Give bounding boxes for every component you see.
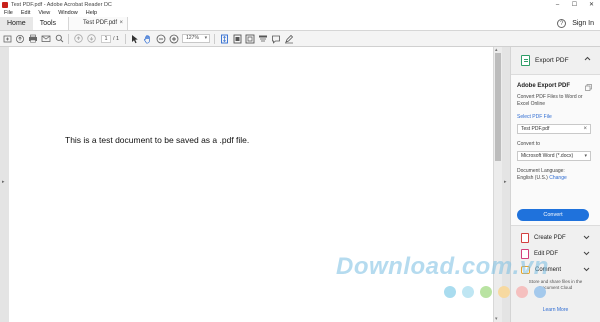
- change-language-link[interactable]: Change: [549, 175, 567, 181]
- selected-file-name: Test PDF.pdf: [521, 126, 550, 132]
- toolbar-separator: [214, 33, 216, 44]
- zoom-out-icon[interactable]: [156, 34, 166, 44]
- export-pdf-header[interactable]: Export PDF: [511, 47, 600, 74]
- collapse-right-icon: ▸: [504, 179, 507, 185]
- chevron-down-icon[interactable]: [583, 251, 590, 258]
- convert-format-value: Microsoft Word (*.docx): [521, 153, 574, 159]
- export-pdf-card: Adobe Export PDF Convert PDF Files to Wo…: [511, 74, 600, 226]
- previous-page-icon[interactable]: [73, 34, 83, 44]
- print-icon[interactable]: [28, 34, 38, 44]
- menu-view[interactable]: View: [34, 9, 54, 17]
- close-tab-icon[interactable]: ×: [120, 17, 124, 30]
- scroll-down-icon[interactable]: ▾: [495, 316, 498, 322]
- zoom-level-select[interactable]: 127%: [182, 34, 211, 43]
- tab-document[interactable]: Test PDF.pdf ×: [68, 17, 129, 30]
- email-icon[interactable]: [41, 34, 51, 44]
- next-page-icon[interactable]: [86, 34, 96, 44]
- watermark-dot: [480, 286, 492, 298]
- expand-left-icon: ▸: [2, 179, 5, 185]
- document-text: This is a test document to be saved as a…: [65, 135, 250, 145]
- watermark-dot: [462, 286, 474, 298]
- document-language: Document Language: English (U.S.) Change: [517, 168, 594, 181]
- watermark-dot: [444, 286, 456, 298]
- account-area: ? Sign In: [557, 17, 600, 30]
- document-language-row: English (U.S.) Change: [517, 175, 594, 182]
- page-navigator: 1 / 1: [101, 34, 120, 43]
- document-tab-label: Test PDF.pdf: [83, 20, 118, 26]
- learn-more-link[interactable]: Learn More: [511, 307, 600, 313]
- export-pdf-icon: [521, 55, 530, 66]
- full-screen-icon[interactable]: [245, 34, 255, 44]
- export-card-description: Convert PDF Files to Word or Excel Onlin…: [517, 94, 583, 107]
- chevron-down-icon[interactable]: [583, 235, 590, 242]
- menu-window[interactable]: Window: [54, 9, 82, 17]
- help-icon[interactable]: ?: [557, 19, 567, 28]
- zoom-in-icon[interactable]: [169, 34, 179, 44]
- watermark-dot: [534, 286, 546, 298]
- sign-in-link[interactable]: Sign In: [572, 20, 594, 27]
- convert-button[interactable]: Convert: [517, 209, 589, 221]
- upload-icon[interactable]: [15, 34, 25, 44]
- selected-file-field[interactable]: Test PDF.pdf ×: [517, 124, 591, 134]
- highlight-pen-icon[interactable]: [284, 34, 294, 44]
- export-pdf-label: Export PDF: [535, 57, 569, 64]
- create-icon[interactable]: [2, 34, 12, 44]
- title-bar: Test PDF.pdf - Adobe Acrobat Reader DC –…: [0, 0, 600, 9]
- select-cursor-icon[interactable]: [130, 34, 140, 44]
- watermark-text: Download.com.vn: [336, 253, 549, 280]
- watermark-dot: [516, 286, 528, 298]
- menu-help[interactable]: Help: [82, 9, 101, 17]
- left-pane-toggle[interactable]: ▸: [0, 47, 9, 322]
- document-language-value: English (U.S.): [517, 174, 548, 181]
- page-number-input[interactable]: 1: [101, 34, 111, 43]
- tab-tools[interactable]: Tools: [33, 17, 63, 30]
- export-card-title: Adobe Export PDF: [517, 83, 571, 89]
- tool-create-pdf[interactable]: Create PDF: [511, 230, 600, 246]
- copy-icon[interactable]: [585, 84, 592, 93]
- toolbar-separator: [125, 33, 127, 44]
- watermark-dots: [444, 286, 546, 298]
- close-window-button[interactable]: ✕: [583, 0, 600, 9]
- menu-bar: File Edit View Window Help: [0, 9, 600, 17]
- toolbar: 1 / 1 127%: [0, 31, 600, 47]
- create-pdf-icon: [521, 233, 529, 243]
- convert-format-select[interactable]: Microsoft Word (*.docx) ▾: [517, 151, 591, 161]
- fit-page-icon[interactable]: [219, 34, 229, 44]
- chevron-down-icon[interactable]: [583, 267, 590, 274]
- comment-icon[interactable]: [271, 34, 281, 44]
- remove-file-icon[interactable]: ×: [583, 125, 587, 133]
- tab-bar: Home Tools Test PDF.pdf × ? Sign In: [0, 17, 600, 31]
- menu-file[interactable]: File: [0, 9, 17, 17]
- acrobat-window: Test PDF.pdf - Adobe Acrobat Reader DC –…: [0, 0, 600, 322]
- hand-tool-icon[interactable]: [143, 34, 153, 44]
- window-title: Test PDF.pdf - Adobe Acrobat Reader DC: [11, 1, 112, 8]
- chevron-down-icon: ▾: [584, 153, 587, 159]
- convert-to-label: Convert to: [517, 141, 541, 147]
- acrobat-app-icon: [2, 1, 8, 8]
- minimize-button[interactable]: –: [549, 0, 566, 9]
- watermark-dot: [498, 286, 510, 298]
- tab-home[interactable]: Home: [0, 17, 33, 30]
- menu-edit[interactable]: Edit: [17, 9, 34, 17]
- rotate-view-icon[interactable]: [258, 34, 268, 44]
- maximize-button[interactable]: ☐: [566, 0, 583, 9]
- scroll-mode-icon[interactable]: [232, 34, 242, 44]
- search-icon[interactable]: [54, 34, 64, 44]
- create-pdf-label: Create PDF: [534, 235, 566, 241]
- page-total: / 1: [113, 35, 120, 42]
- scrollbar-thumb[interactable]: [495, 53, 501, 161]
- chevron-up-icon[interactable]: [584, 56, 591, 63]
- select-pdf-file-link[interactable]: Select PDF File: [517, 114, 594, 120]
- window-controls: – ☐ ✕: [549, 0, 600, 9]
- toolbar-separator: [68, 33, 69, 44]
